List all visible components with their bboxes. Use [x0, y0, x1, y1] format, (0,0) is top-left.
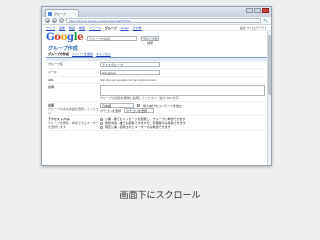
tab-bar: グループ ×: [42, 7, 271, 17]
gbar-item[interactable]: 地図: [79, 26, 85, 30]
access-note: グループを閲覧・参加できるユーザーを選択します: [48, 121, 99, 129]
group-name-input[interactable]: テストグループ: [100, 62, 160, 67]
tab-title: グループ: [54, 11, 66, 16]
language-note: グループの主な言語を選択してください: [48, 107, 99, 115]
cancel-link[interactable]: キャンセル: [96, 52, 111, 56]
description-hint: グループの目的を簡単に説明してください（最大 300 文字）: [100, 96, 182, 100]
close-tab-icon[interactable]: ×: [74, 12, 76, 16]
search-input[interactable]: グループを検索: [87, 35, 138, 41]
reload-button[interactable]: ↻: [59, 18, 64, 23]
group-url-value: http://groups.google.com/group/test-grou…: [100, 78, 156, 82]
access-option-restricted[interactable]: 限定公開 - 招待されたユーザーのみ参加できます: [100, 125, 265, 129]
access-radio-restricted[interactable]: [100, 125, 103, 129]
access-radio-public[interactable]: [100, 117, 103, 121]
access-option-label: 限定公開 - 招待されたユーザーのみ参加できます: [105, 125, 171, 129]
form-row-description: 説明 グループの目的を簡単に説明してください（最大 300 文字）: [48, 84, 265, 102]
description-textarea[interactable]: [100, 85, 265, 96]
current-step: グループの作成: [48, 52, 69, 56]
page-steps: グループの作成 メンバーを追加 キャンセル: [48, 52, 265, 56]
form-row-email: メール test-group: [48, 69, 265, 77]
slide-caption: 画面下にスクロール: [119, 190, 201, 200]
vertical-scrollbar[interactable]: [267, 31, 271, 165]
scrollbar-thumb[interactable]: [268, 35, 271, 95]
close-window-button[interactable]: [262, 8, 269, 13]
page-title-block: グループ作成 グループの作成 メンバーを追加 キャンセル: [42, 45, 271, 56]
gbar-item[interactable]: ウェブ: [46, 26, 55, 30]
form-row-access: アクセス レベル グループを閲覧・参加できるユーザーを選択します 公開 - 誰で…: [48, 116, 265, 131]
url-label: URL: [48, 78, 55, 82]
gbar-item[interactable]: ニュース: [89, 26, 101, 30]
page-header: Google グループを検索 グループを検索: [42, 31, 271, 45]
language-label-block: 言語 グループの主な言語を選択してください: [48, 102, 100, 115]
create-group-form: グループ名 テストグループ メール test-group URL http://…: [42, 61, 271, 131]
gbar-item[interactable]: その他: [133, 26, 142, 30]
minimize-button[interactable]: [246, 8, 253, 13]
browser-tab[interactable]: グループ ×: [45, 9, 79, 17]
group-email-input[interactable]: test-group: [100, 70, 160, 75]
adult-content-checkbox[interactable]: [137, 104, 140, 107]
search-button[interactable]: グループを検索: [141, 35, 160, 45]
form-row-language: 言語 グループの主な言語を選択してください 日本語 成人向けのコンテンツを含む …: [48, 102, 265, 116]
wrench-menu-icon[interactable]: 🔧: [263, 18, 268, 23]
favicon-icon: [48, 11, 52, 16]
gbar-item[interactable]: 動画: [69, 26, 75, 30]
form-row-url: URL http://groups.google.com/group/test-…: [48, 77, 265, 84]
gbar-item[interactable]: 画像: [59, 26, 65, 30]
google-logo[interactable]: Google: [46, 33, 84, 43]
forward-button[interactable]: ▶: [52, 18, 57, 23]
address-bar[interactable]: https://groups.google.com/groups/create?…: [66, 18, 261, 23]
add-members-link[interactable]: メンバーを追加: [72, 52, 93, 56]
email-label: メール: [48, 70, 58, 74]
navigation-bar: ◀ ▶ ↻ https://groups.google.com/groups/c…: [42, 17, 271, 25]
adult-content-label: 成人向けのコンテンツを含む: [143, 103, 183, 108]
back-button[interactable]: ◀: [45, 18, 50, 23]
category-label: カテゴリを選択: [100, 108, 122, 113]
category-line: カテゴリを選択 カテゴリを選択: [100, 108, 265, 113]
browser-window: グループ × ◀ ▶ ↻ https://groups.google.com/g…: [41, 6, 272, 166]
access-radio-announce[interactable]: [100, 121, 103, 125]
access-label-block: アクセス レベル グループを閲覧・参加できるユーザーを選択します: [48, 116, 100, 129]
gbar-item-current[interactable]: グループ: [105, 26, 117, 30]
name-label: グループ名: [48, 62, 63, 66]
description-label: 説明: [48, 85, 55, 89]
window-controls: [246, 8, 269, 13]
maximize-button[interactable]: [254, 8, 261, 13]
category-select[interactable]: カテゴリを選択: [124, 108, 155, 113]
gbar-item[interactable]: Gmail: [121, 26, 129, 30]
gbar-account-links[interactable]: 設定 ▼ | ログアウト: [240, 26, 267, 30]
form-row-name: グループ名 テストグループ: [48, 61, 265, 69]
